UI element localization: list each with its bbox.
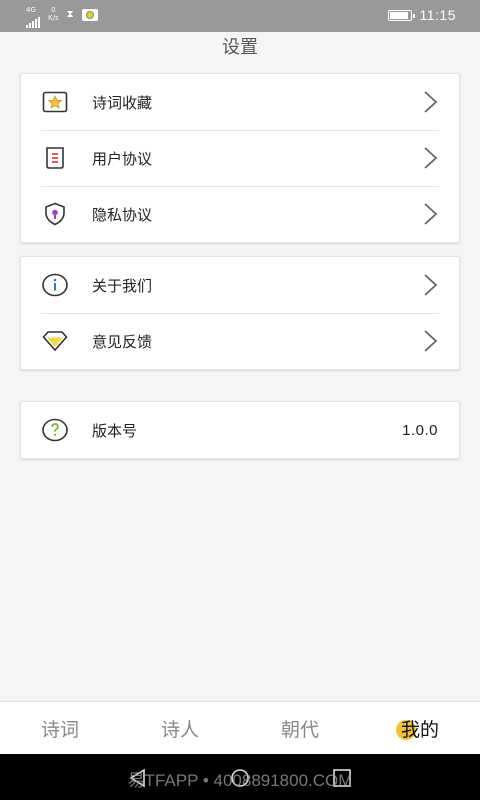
tab-dynasties[interactable]: 朝代	[240, 702, 360, 754]
row-about-us[interactable]: 关于我们	[21, 257, 459, 313]
settings-group-main: 诗词收藏 用户协议 隐私协议	[20, 73, 460, 243]
document-icon	[46, 147, 64, 169]
tab-mine[interactable]: 我的	[360, 702, 480, 754]
row-version[interactable]: 版本号 1.0.0	[21, 402, 459, 458]
network-speed: 0 K/s	[48, 6, 59, 22]
back-icon[interactable]	[128, 768, 148, 788]
status-bar: 4G 0 K/s ⧗ 11:15	[0, 0, 480, 32]
chevron-right-icon	[424, 274, 438, 296]
bottom-tab-bar: 诗词 诗人 朝代 我的	[0, 701, 480, 754]
app-notification-icon	[81, 9, 98, 21]
row-label: 隐私协议	[92, 205, 153, 224]
row-label: 用户协议	[92, 149, 153, 168]
row-label: 关于我们	[92, 276, 153, 295]
status-time: 11:15	[419, 7, 456, 23]
recents-icon[interactable]	[332, 768, 352, 788]
settings-group-about: 关于我们 意见反馈	[20, 256, 460, 370]
hourglass-icon: ⧗	[66, 9, 74, 20]
home-icon[interactable]	[230, 768, 250, 788]
shield-icon	[45, 202, 65, 226]
row-label: 版本号	[92, 421, 138, 440]
signal-icon	[26, 16, 40, 28]
row-user-agreement[interactable]: 用户协议	[21, 130, 459, 186]
settings-group-version: 版本号 1.0.0	[20, 401, 460, 459]
chevron-right-icon	[424, 147, 438, 169]
battery-icon	[387, 9, 415, 21]
system-nav-bar	[0, 754, 480, 800]
row-favorites[interactable]: 诗词收藏	[21, 74, 459, 130]
tab-poets[interactable]: 诗人	[120, 702, 240, 754]
row-privacy-policy[interactable]: 隐私协议	[21, 186, 459, 242]
star-icon	[42, 91, 68, 113]
page-title: 设置	[222, 37, 258, 58]
diamond-icon	[42, 331, 68, 352]
question-icon	[42, 418, 68, 442]
info-icon	[42, 273, 68, 297]
chevron-right-icon	[424, 91, 438, 113]
version-value: 1.0.0	[402, 421, 438, 439]
network-type: 4G	[26, 6, 36, 14]
chevron-right-icon	[424, 203, 438, 225]
tab-poems[interactable]: 诗词	[0, 702, 120, 754]
row-feedback[interactable]: 意见反馈	[21, 313, 459, 369]
row-label: 意见反馈	[92, 332, 153, 351]
row-label: 诗词收藏	[92, 93, 153, 112]
chevron-right-icon	[424, 330, 438, 352]
